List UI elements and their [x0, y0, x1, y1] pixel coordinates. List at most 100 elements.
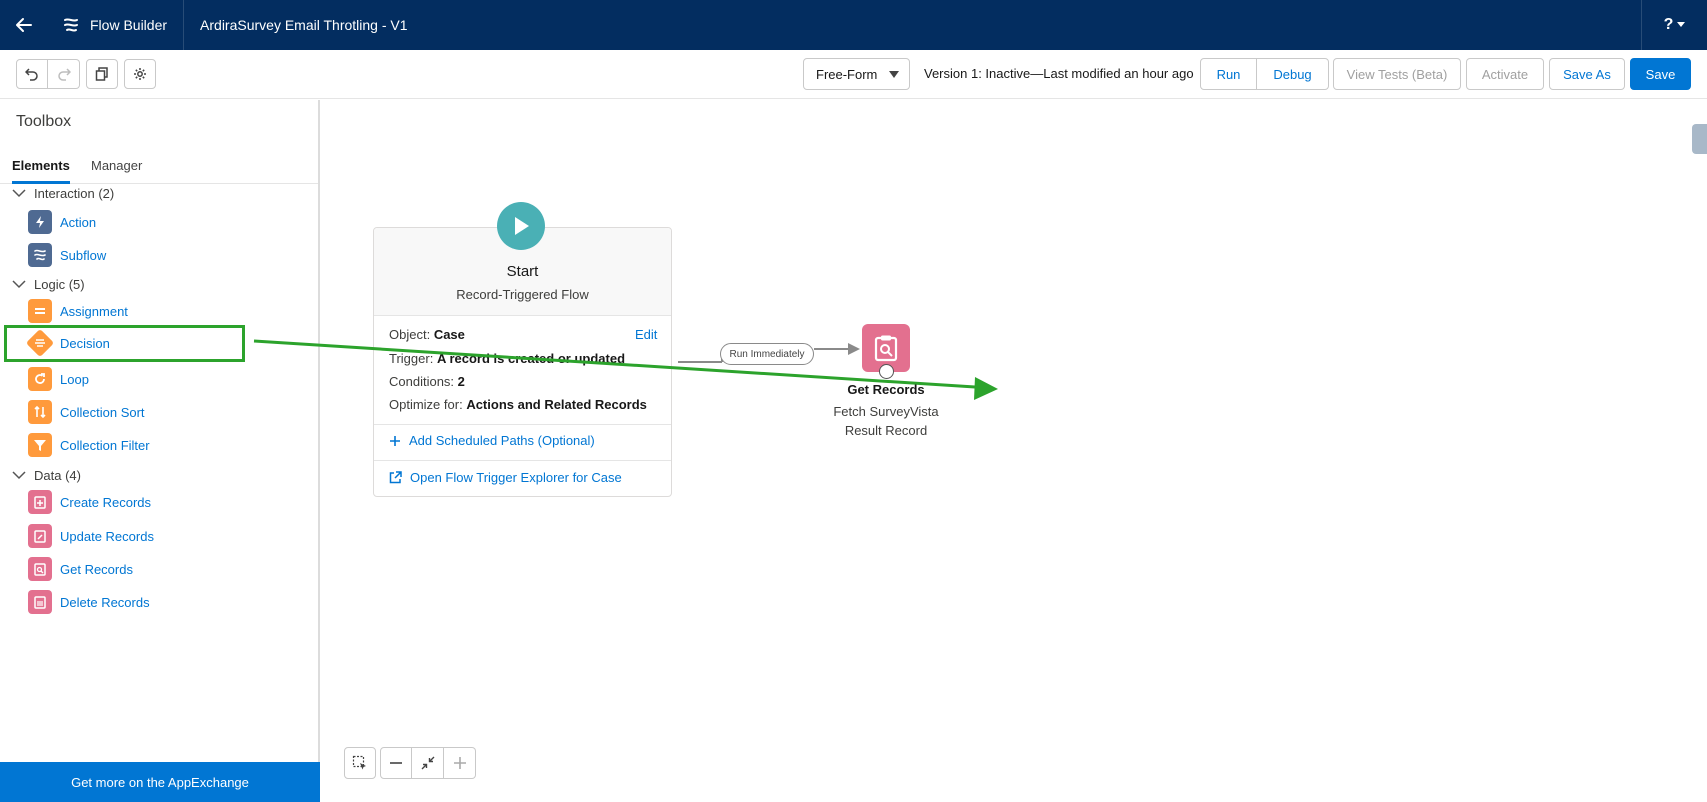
gear-icon	[134, 68, 146, 80]
conditions-label: Conditions:	[389, 374, 455, 389]
version-status: Version 1: Inactive—Last modified an hou…	[924, 66, 1194, 81]
trigger-value: A record is created or updated	[436, 351, 626, 366]
toolbox-item-label: Action	[60, 214, 97, 230]
save-button[interactable]: Save	[1630, 58, 1691, 90]
marquee-select-button[interactable]	[344, 747, 376, 779]
toolbox-item-create-records[interactable]: Create Records	[28, 490, 151, 514]
toolbox-item-action[interactable]: Action	[28, 210, 96, 234]
chevron-down-icon	[12, 189, 26, 198]
flow-title: ArdiraSurvey Email Throtling - V1	[200, 17, 408, 33]
zoom-fit-button[interactable]	[412, 747, 444, 779]
toolbox-item-label: Subflow	[60, 247, 107, 263]
plus-icon	[390, 435, 400, 446]
copy-icon	[95, 67, 108, 81]
toolbox-item-update-records[interactable]: Update Records	[28, 524, 154, 548]
app-header: Flow Builder ArdiraSurvey Email Throtlin…	[0, 0, 1707, 50]
get-records-title: Get Records	[847, 382, 925, 397]
optimize-label: Optimize for:	[389, 397, 463, 412]
optimize-value: Actions and Related Records	[466, 397, 647, 412]
run-button[interactable]: Run	[1200, 58, 1257, 90]
start-conditions-row: Conditions: 2	[389, 374, 465, 389]
activate-button[interactable]: Activate	[1466, 58, 1544, 90]
zoom-in-button[interactable]	[444, 747, 476, 779]
divider	[374, 460, 671, 461]
toolbox-item-loop[interactable]: Loop	[28, 367, 89, 391]
start-object-row: Object: Case	[389, 327, 465, 342]
help-label: ?	[1663, 16, 1674, 33]
lightning-icon	[28, 210, 52, 234]
conditions-value: 2	[457, 374, 465, 389]
equals-icon	[28, 299, 52, 323]
record-update-icon	[28, 524, 52, 548]
divider	[374, 424, 671, 425]
annotation-highlight-box	[4, 325, 245, 362]
copy-button[interactable]	[86, 59, 118, 89]
toolbox-item-assignment[interactable]: Assignment	[28, 299, 128, 323]
get-records-desc-line: Fetch SurveyVista	[833, 404, 939, 419]
new-window-icon	[389, 471, 402, 484]
zoom-out-button[interactable]	[380, 747, 412, 779]
chevron-down-icon	[12, 280, 26, 289]
caret-down-icon	[1677, 22, 1686, 27]
toolbox-item-label: Assignment	[60, 303, 128, 319]
back-button[interactable]	[0, 0, 48, 50]
toolbox-item-subflow[interactable]: Subflow	[28, 243, 106, 267]
subflow-icon	[28, 243, 52, 267]
object-label: Object:	[389, 327, 431, 342]
toolbox-item-label: Delete Records	[60, 594, 150, 610]
toolbox-item-get-records[interactable]: Get Records	[28, 557, 133, 581]
undo-icon	[25, 68, 38, 81]
help-menu[interactable]: ?	[1641, 0, 1707, 50]
redo-button[interactable]	[48, 59, 80, 89]
record-lookup-icon	[874, 335, 898, 362]
settings-button[interactable]	[124, 59, 156, 89]
toolbox-title: Toolbox	[16, 113, 72, 130]
panel-expand-handle[interactable]	[1692, 124, 1707, 154]
start-node-subtitle: Record-Triggered Flow	[456, 287, 589, 302]
toolbox-item-label: Get Records	[60, 561, 133, 577]
filter-icon	[28, 433, 52, 457]
record-delete-icon	[28, 590, 52, 614]
tab-elements[interactable]: Elements	[12, 148, 70, 184]
start-node-title: Start	[506, 263, 539, 280]
edit-link[interactable]: Edit	[635, 327, 657, 342]
trigger-label: Trigger:	[389, 351, 434, 366]
undo-button[interactable]	[16, 59, 48, 89]
category-label: Data (4)	[34, 468, 81, 483]
view-tests-button[interactable]: View Tests (Beta)	[1333, 58, 1461, 90]
tab-manager[interactable]: Manager	[91, 148, 142, 184]
contract-icon	[421, 756, 434, 770]
toolbox-item-collection-filter[interactable]: Collection Filter	[28, 433, 150, 457]
node-connector-handle[interactable]	[879, 364, 894, 379]
minus-icon	[390, 762, 402, 764]
category-logic[interactable]: Logic (5)	[12, 277, 85, 292]
debug-button[interactable]: Debug	[1256, 58, 1329, 90]
record-lookup-icon	[28, 557, 52, 581]
start-node-icon[interactable]	[497, 202, 545, 250]
category-data[interactable]: Data (4)	[12, 468, 81, 483]
save-as-button[interactable]: Save As	[1549, 58, 1625, 90]
layout-select-value: Free-Form	[816, 66, 878, 82]
toolbox-panel: Toolbox Elements Manager Interaction (2)…	[0, 100, 320, 802]
explorer-label: Open Flow Trigger Explorer for Case	[410, 470, 622, 485]
appexchange-link[interactable]: Get more on the AppExchange	[0, 762, 320, 802]
toolbox-item-collection-sort[interactable]: Collection Sort	[28, 400, 145, 424]
connector-label[interactable]: Run Immediately	[720, 343, 814, 365]
redo-icon	[57, 68, 71, 81]
category-label: Logic (5)	[34, 277, 85, 292]
record-create-icon	[28, 490, 52, 514]
app-name-label: Flow Builder	[90, 17, 168, 33]
add-scheduled-paths-link[interactable]: Add Scheduled Paths (Optional)	[389, 433, 595, 448]
add-paths-label: Add Scheduled Paths (Optional)	[409, 433, 595, 448]
open-trigger-explorer-link[interactable]: Open Flow Trigger Explorer for Case	[389, 470, 622, 485]
toolbox-item-label: Loop	[60, 371, 89, 387]
chevron-down-icon	[12, 471, 26, 480]
marquee-select-icon	[352, 755, 366, 770]
category-interaction[interactable]: Interaction (2)	[12, 186, 114, 201]
layout-select[interactable]: Free-Form	[803, 58, 910, 90]
toolbox-item-delete-records[interactable]: Delete Records	[28, 590, 150, 614]
start-trigger-row: Trigger: A record is created or updated	[389, 351, 625, 366]
arrow-left-icon	[16, 18, 32, 32]
category-label: Interaction (2)	[34, 186, 115, 201]
play-icon	[515, 217, 529, 235]
